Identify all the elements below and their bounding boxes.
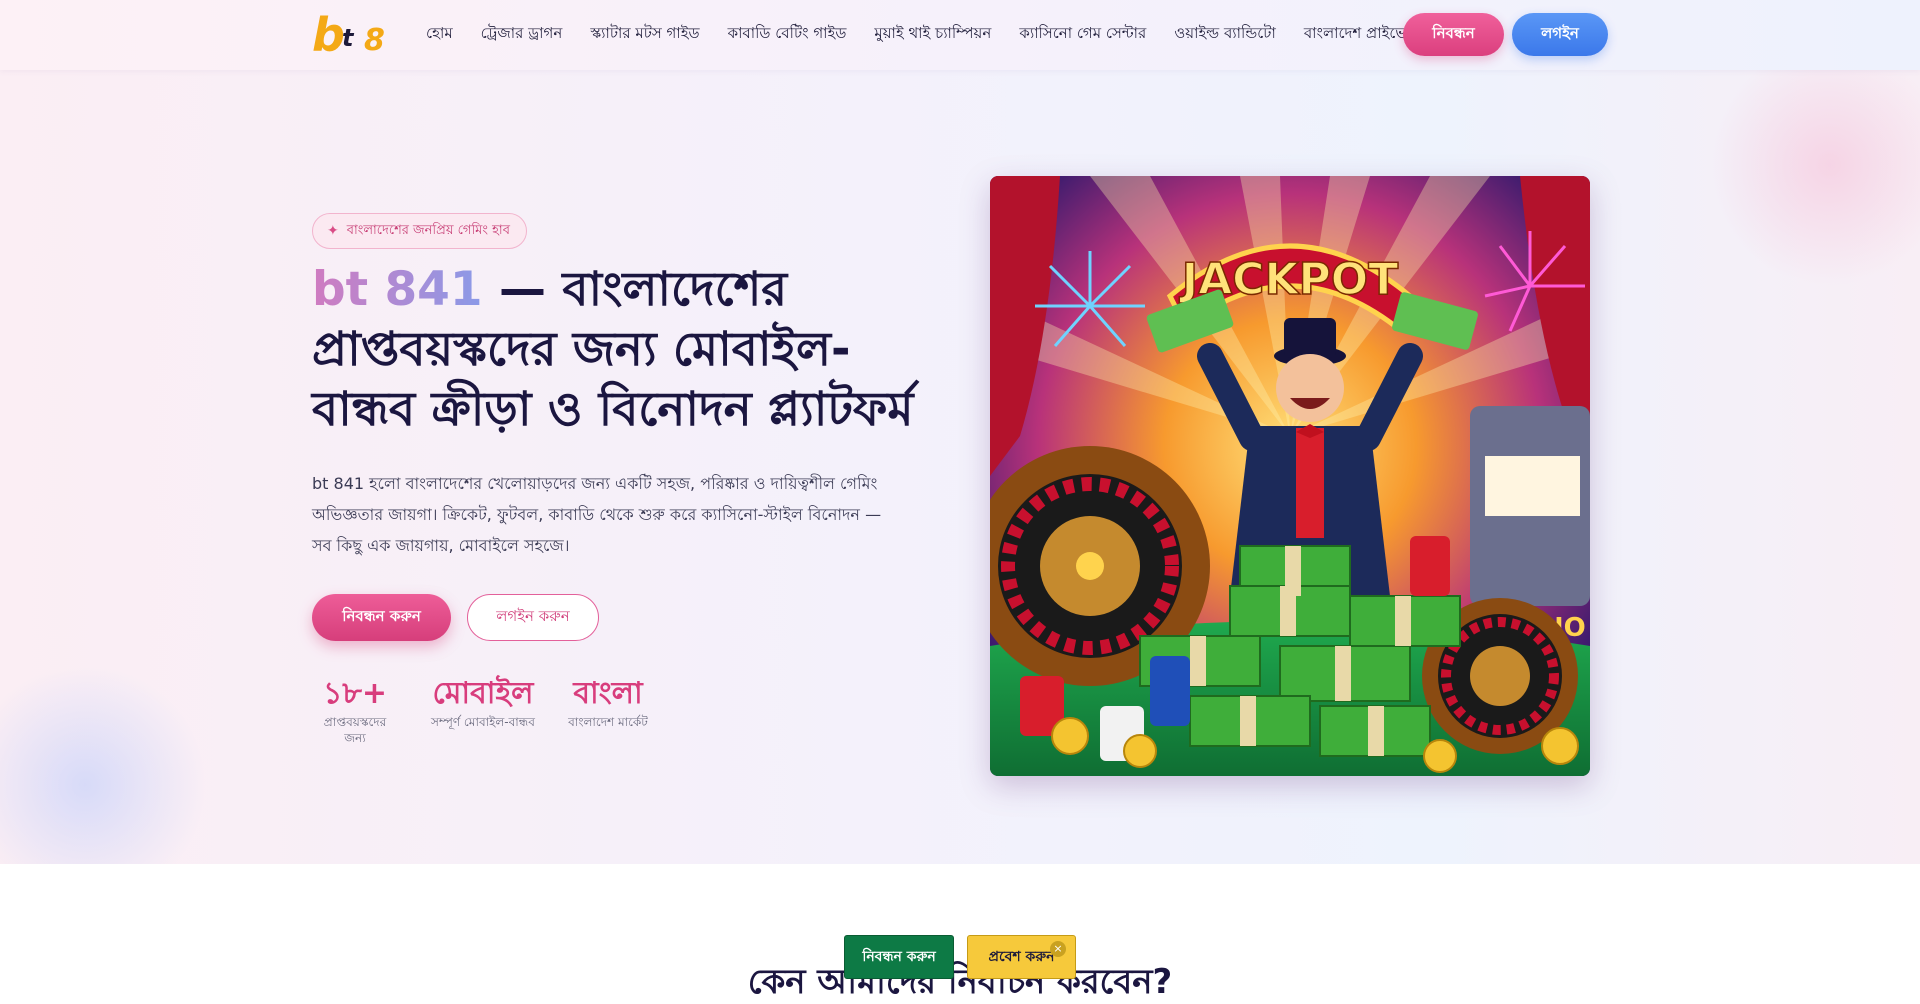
floating-register-button[interactable]: নিবন্ধন করুন [844, 935, 954, 979]
floating-cta-bar: নিবন্ধন করুন প্রবেশ করুন × [844, 935, 1076, 979]
nav-item-wild-bandito[interactable]: ওয়াইল্ড ব্যান্ডিটো [1174, 22, 1276, 44]
nav-item-treasure-dragon[interactable]: ট্রেজার ড্রাগন [481, 22, 563, 44]
stat-language: বাংলা বাংলাদেশ মার্কেট [562, 676, 654, 730]
hero-headline: bt 841 — বাংলাদেশের প্রাপ্তবয়স্কদের জন্… [312, 260, 952, 440]
header-register-button[interactable]: নিবন্ধন [1403, 13, 1504, 56]
stat-label: প্রাপ্তবয়স্কদের জন্য [323, 715, 387, 745]
hero-badge: ✦ বাংলাদেশের জনপ্রিয় গেমিং হাব [312, 213, 527, 249]
hero-description: bt 841 হলো বাংলাদেশের খেলোয়াড়দের জন্য … [312, 474, 882, 555]
hero-register-button[interactable]: নিবন্ধন করুন [312, 594, 451, 641]
main-nav: হোম ট্রেজার ড্রাগন স্ক্যাটার মটস গাইড কা… [426, 22, 1487, 44]
stat-value: বাংলা [573, 676, 643, 711]
logo-letter-t: t [342, 24, 354, 52]
stat-label: সম্পূর্ণ মোবাইল-বান্ধব [431, 715, 535, 729]
top-navbar: b t 8 হোম ট্রেজার ড্রাগন স্ক্যাটার মটস গ… [0, 0, 1920, 70]
close-icon[interactable]: × [1050, 941, 1066, 957]
sparkle-icon: ✦ [327, 223, 339, 239]
nav-item-casino-center[interactable]: ক্যাসিনো গেম সেন্টার [1019, 22, 1146, 44]
stat-value: ১৮+ [322, 676, 388, 711]
nav-item-muay-thai[interactable]: মুয়াই থাই চ্যাম্পিয়ন [874, 22, 991, 44]
nav-item-home[interactable]: হোম [426, 22, 453, 44]
nav-item-kabaddi-guide[interactable]: কাবাডি বেটিং গাইড [728, 22, 847, 44]
hero-headline-brand: bt 841 [312, 262, 483, 317]
logo-number: 8 [364, 23, 385, 58]
logo-letter-b: b [312, 8, 345, 62]
stat-age: ১৮+ প্রাপ্তবয়স্কদের জন্য [312, 676, 398, 746]
header-login-button[interactable]: লগইন [1512, 13, 1608, 56]
stat-value: মোবাইল [432, 676, 534, 711]
hero-badge-text: বাংলাদেশের জনপ্রিয় গেমিং হাব [346, 222, 510, 238]
nav-item-scatter-guide[interactable]: স্ক্যাটার মটস গাইড [590, 22, 699, 44]
stat-label: বাংলাদেশ মার্কেট [568, 715, 648, 729]
jackpot-illustration-svg: JACKPOT CASINO [990, 176, 1590, 776]
jackpot-illustration: JACKPOT CASINO [990, 176, 1590, 776]
hero-section: ✦ বাংলাদেশের জনপ্রিয় গেমিং হাব bt 841 —… [0, 70, 1920, 864]
site-logo[interactable]: b t 8 [312, 12, 398, 58]
hero-login-button[interactable]: লগইন করুন [467, 594, 599, 641]
stat-mobile: মোবাইল সম্পূর্ণ মোবাইল-বান্ধব [428, 676, 538, 730]
